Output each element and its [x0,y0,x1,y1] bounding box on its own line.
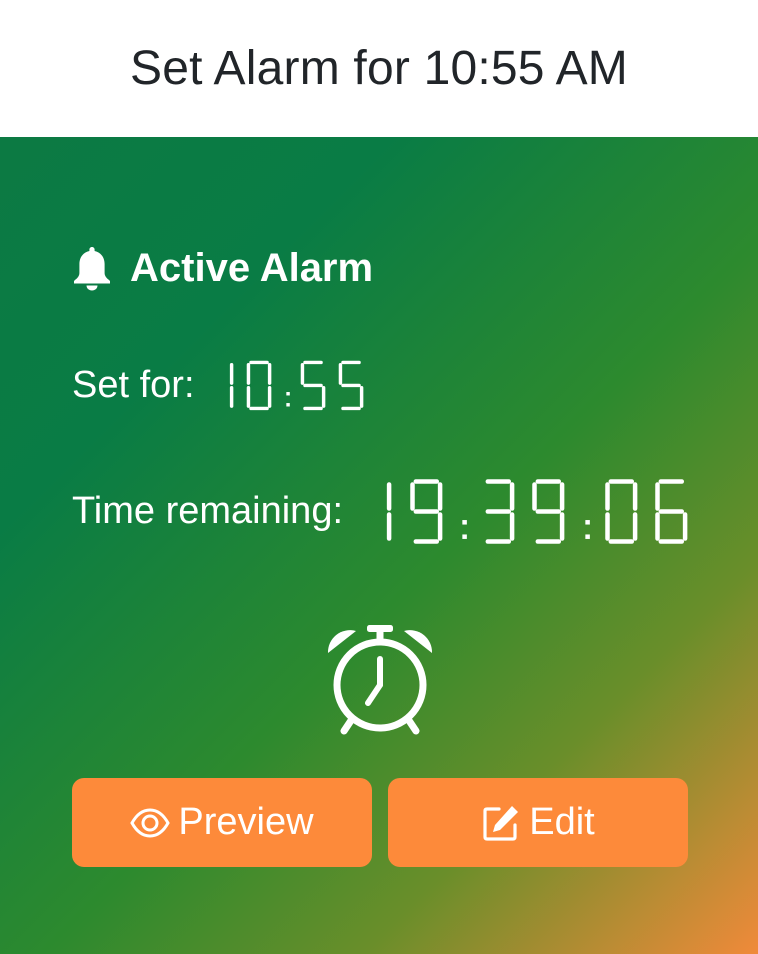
digit-colon [585,520,590,539]
digit-colon [462,520,468,539]
digit-5 [300,360,326,411]
set-time-display [207,359,365,412]
alarm-card: Active Alarm Set for: Time remaining: Pr… [0,137,758,954]
colon-dot [285,392,290,396]
colon-dot [462,534,468,539]
digit-3 [485,479,515,544]
alarm-status: Active Alarm [72,245,373,291]
colon-dot [462,520,468,525]
digit-0 [604,479,637,544]
preview-button[interactable]: Preview [72,778,372,867]
edit-button[interactable]: Edit [388,778,688,867]
digit-6 [655,479,688,544]
colon-dot [285,403,290,407]
time-remaining-row: Time remaining: [72,477,690,546]
digit-1 [229,363,233,408]
edit-icon [483,805,519,841]
alarm-clock-icon [327,625,433,735]
set-for-label: Set for: [72,363,195,406]
edit-button-label: Edit [529,801,595,843]
alarm-status-label: Active Alarm [130,245,374,290]
time-remaining-label: Time remaining: [72,490,344,532]
digit-9 [532,479,565,544]
time-remaining-display [357,477,690,546]
digit-5 [338,360,364,411]
set-for-row: Set for: [72,359,365,412]
colon-dot [585,520,590,525]
preview-button-label: Preview [178,801,314,843]
digit-0 [246,360,271,411]
page-title: Set Alarm for 10:55 AM [130,42,628,95]
colon-dot [585,534,590,539]
digit-9 [409,479,442,544]
digit-colon [285,392,290,407]
bell-icon [74,247,110,291]
eye-icon [130,807,171,838]
page-header: Set Alarm for 10:55 AM [0,0,758,137]
digit-1 [386,482,392,541]
